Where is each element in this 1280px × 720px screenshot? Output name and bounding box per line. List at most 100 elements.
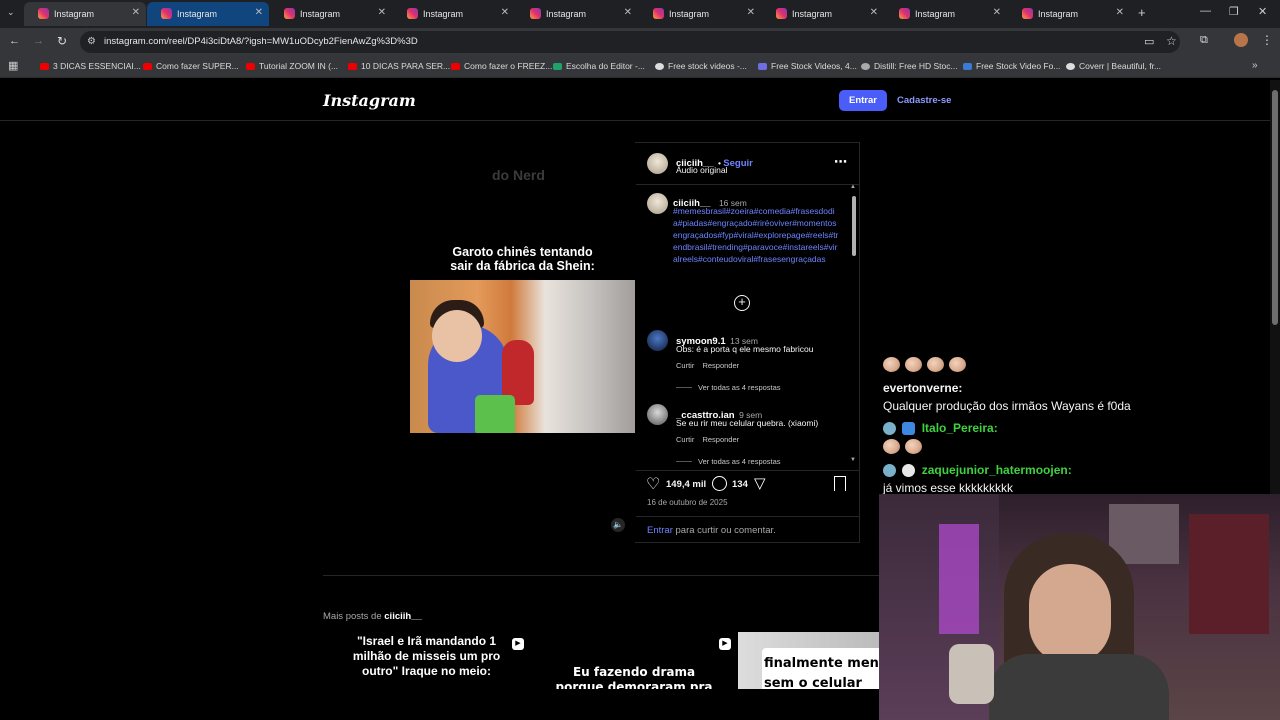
instagram-favicon-icon — [1022, 8, 1033, 19]
back-icon[interactable]: ← — [9, 35, 20, 47]
login-link[interactable]: Entrar — [647, 525, 673, 536]
heart-icon[interactable]: ♡ — [646, 474, 660, 494]
videezy-icon — [963, 63, 972, 70]
menu-icon[interactable]: ⋮ — [1261, 33, 1273, 47]
tab-title: Instagram — [546, 9, 587, 19]
bookmark-item[interactable]: Distill: Free HD Stoc... — [861, 61, 958, 71]
tab-title: Instagram — [300, 9, 341, 19]
bookmark-item[interactable]: Coverr | Beautiful, fr... — [1066, 61, 1161, 71]
mute-icon[interactable]: 🔈 — [611, 518, 625, 532]
scroll-up-icon[interactable]: ▲ — [850, 184, 856, 190]
like-comment-button[interactable]: Curtir — [676, 435, 694, 444]
view-replies-button[interactable]: Ver todas as 4 respostas — [698, 383, 781, 392]
comment-icon[interactable] — [712, 476, 727, 491]
thumbnail-caption: finalmente men sem o celular — [764, 656, 879, 689]
login-button[interactable]: Entrar — [839, 90, 887, 111]
close-icon[interactable]: ✕ — [132, 7, 140, 18]
bookmark-item[interactable]: Como fazer o FREEZ... — [451, 61, 552, 71]
instagram-logo[interactable]: Instagram — [323, 91, 416, 110]
post-thumbnail[interactable]: finalmente men sem o celular — [738, 632, 879, 689]
face-emote-icon — [883, 439, 900, 455]
bookmark-item[interactable]: Free stock videos -... — [655, 61, 747, 71]
caption-author-avatar[interactable] — [647, 193, 668, 214]
comment-actions: Curtir Responder — [676, 361, 739, 370]
apps-icon[interactable]: ▦ — [8, 59, 18, 72]
reply-button[interactable]: Responder — [702, 435, 739, 444]
bookmark-item[interactable]: Free Stock Videos, 4... — [758, 61, 857, 71]
browser-tab[interactable]: Instagram ✕ — [762, 2, 884, 26]
browser-tab[interactable]: Instagram ✕ — [639, 2, 761, 26]
bookmark-item[interactable]: Tutorial ZOOM IN (... — [246, 61, 338, 71]
page-scroll-thumb[interactable] — [1272, 90, 1278, 325]
forward-icon[interactable]: → — [33, 35, 44, 47]
instagram-favicon-icon — [284, 8, 295, 19]
new-tab-icon[interactable]: + — [1138, 5, 1146, 20]
close-icon[interactable]: ✕ — [870, 7, 878, 18]
window-close-icon[interactable]: ✕ — [1258, 5, 1267, 18]
bookmark-star-icon[interactable]: ☆ — [1166, 34, 1177, 48]
browser-tab[interactable]: Instagram ✕ — [885, 2, 1007, 26]
close-icon[interactable]: ✕ — [1116, 7, 1124, 18]
browser-tab[interactable]: Instagram ✕ — [147, 2, 269, 26]
browser-tab[interactable]: Instagram ✕ — [270, 2, 392, 26]
restore-icon[interactable]: ❐ — [1229, 5, 1239, 18]
tab-search-icon[interactable]: ⌄ — [7, 7, 15, 18]
browser-tab[interactable]: Instagram ✕ — [516, 2, 638, 26]
close-icon[interactable]: ✕ — [378, 7, 386, 18]
browser-tab-bar: ⌄ Instagram ✕ Instagram ✕ Instagram ✕ Insta… — [0, 0, 1280, 28]
close-icon[interactable]: ✕ — [747, 7, 755, 18]
browser-tab[interactable]: Instagram ✕ — [24, 2, 146, 26]
bookmark-item[interactable]: Free Stock Video Fo... — [963, 61, 1060, 71]
reel-icon: ▶ — [719, 638, 731, 650]
bookmark-item[interactable]: 3 DICAS ESSENCIAI... — [40, 61, 141, 71]
bookmark-item[interactable]: 10 DICAS PARA SER... — [348, 61, 450, 71]
caption-hashtags[interactable]: #memesbrasil#zoeira#comedia#frasesdodia#… — [673, 205, 839, 265]
close-icon[interactable]: ✕ — [501, 7, 509, 18]
bookmark-item[interactable]: Escolha do Editor -... — [553, 61, 645, 71]
post-thumbnail[interactable]: Eu fazendo drama porque demoraram pra re… — [530, 632, 738, 689]
divider — [323, 575, 879, 576]
microphone — [949, 644, 994, 704]
commenter-avatar[interactable] — [647, 404, 668, 425]
site-settings-icon[interactable]: ⚙ — [87, 31, 96, 53]
save-icon[interactable] — [834, 476, 846, 491]
youtube-icon — [246, 63, 255, 70]
close-icon[interactable]: ✕ — [255, 7, 263, 18]
tab-title: Instagram — [915, 9, 956, 19]
url-field[interactable]: ⚙ instagram.com/reel/DP4i3ciDtA8/?igsh=M… — [80, 31, 1180, 53]
more-posts-prefix: Mais posts de — [323, 611, 382, 622]
commenter-avatar[interactable] — [647, 330, 668, 351]
reply-button[interactable]: Responder — [702, 361, 739, 370]
extensions-icon[interactable]: ⧉ — [1200, 34, 1208, 47]
scroll-down-icon[interactable]: ▼ — [850, 457, 856, 463]
view-replies-button[interactable]: Ver todas as 4 respostas — [698, 457, 781, 466]
share-icon[interactable]: ▽ — [754, 474, 766, 492]
author-avatar[interactable] — [647, 153, 668, 174]
tab-title: Instagram — [792, 9, 833, 19]
profile-avatar[interactable] — [1234, 33, 1248, 47]
browser-tab[interactable]: Instagram ✕ — [1008, 2, 1130, 26]
scroll-thumb[interactable] — [852, 196, 856, 256]
load-more-comments-icon[interactable]: + — [734, 295, 750, 311]
bookmark-item[interactable]: Como fazer SUPER... — [143, 61, 239, 71]
like-comment-button[interactable]: Curtir — [676, 361, 694, 370]
more-options-icon[interactable]: ⋯ — [834, 154, 847, 170]
reel-icon: ▶ — [512, 638, 524, 650]
more-posts-user[interactable]: ciiciih__ — [384, 611, 422, 622]
minimize-icon[interactable]: — — [1200, 5, 1211, 17]
close-icon[interactable]: ✕ — [624, 7, 632, 18]
cast-icon[interactable]: ▭ — [1144, 35, 1154, 48]
thumbnail-caption: Eu fazendo drama porque demoraram pra re… — [555, 665, 713, 689]
signup-link[interactable]: Cadastre-se — [897, 95, 951, 106]
replies-line — [676, 461, 692, 462]
reload-icon[interactable]: ↻ — [57, 34, 67, 48]
browser-tab[interactable]: Instagram ✕ — [393, 2, 515, 26]
likes-count[interactable]: 149,4 mil — [666, 479, 706, 490]
youtube-icon — [40, 63, 49, 70]
comment-count: 134 — [732, 479, 748, 490]
close-icon[interactable]: ✕ — [993, 7, 1001, 18]
audio-label[interactable]: Áudio original — [676, 165, 728, 175]
more-bookmarks-icon[interactable]: » — [1252, 60, 1258, 71]
post-thumbnail[interactable]: "Israel e Irã mandando 1 milhão de misse… — [323, 632, 530, 689]
post-date: 16 de outubro de 2025 — [647, 498, 728, 507]
